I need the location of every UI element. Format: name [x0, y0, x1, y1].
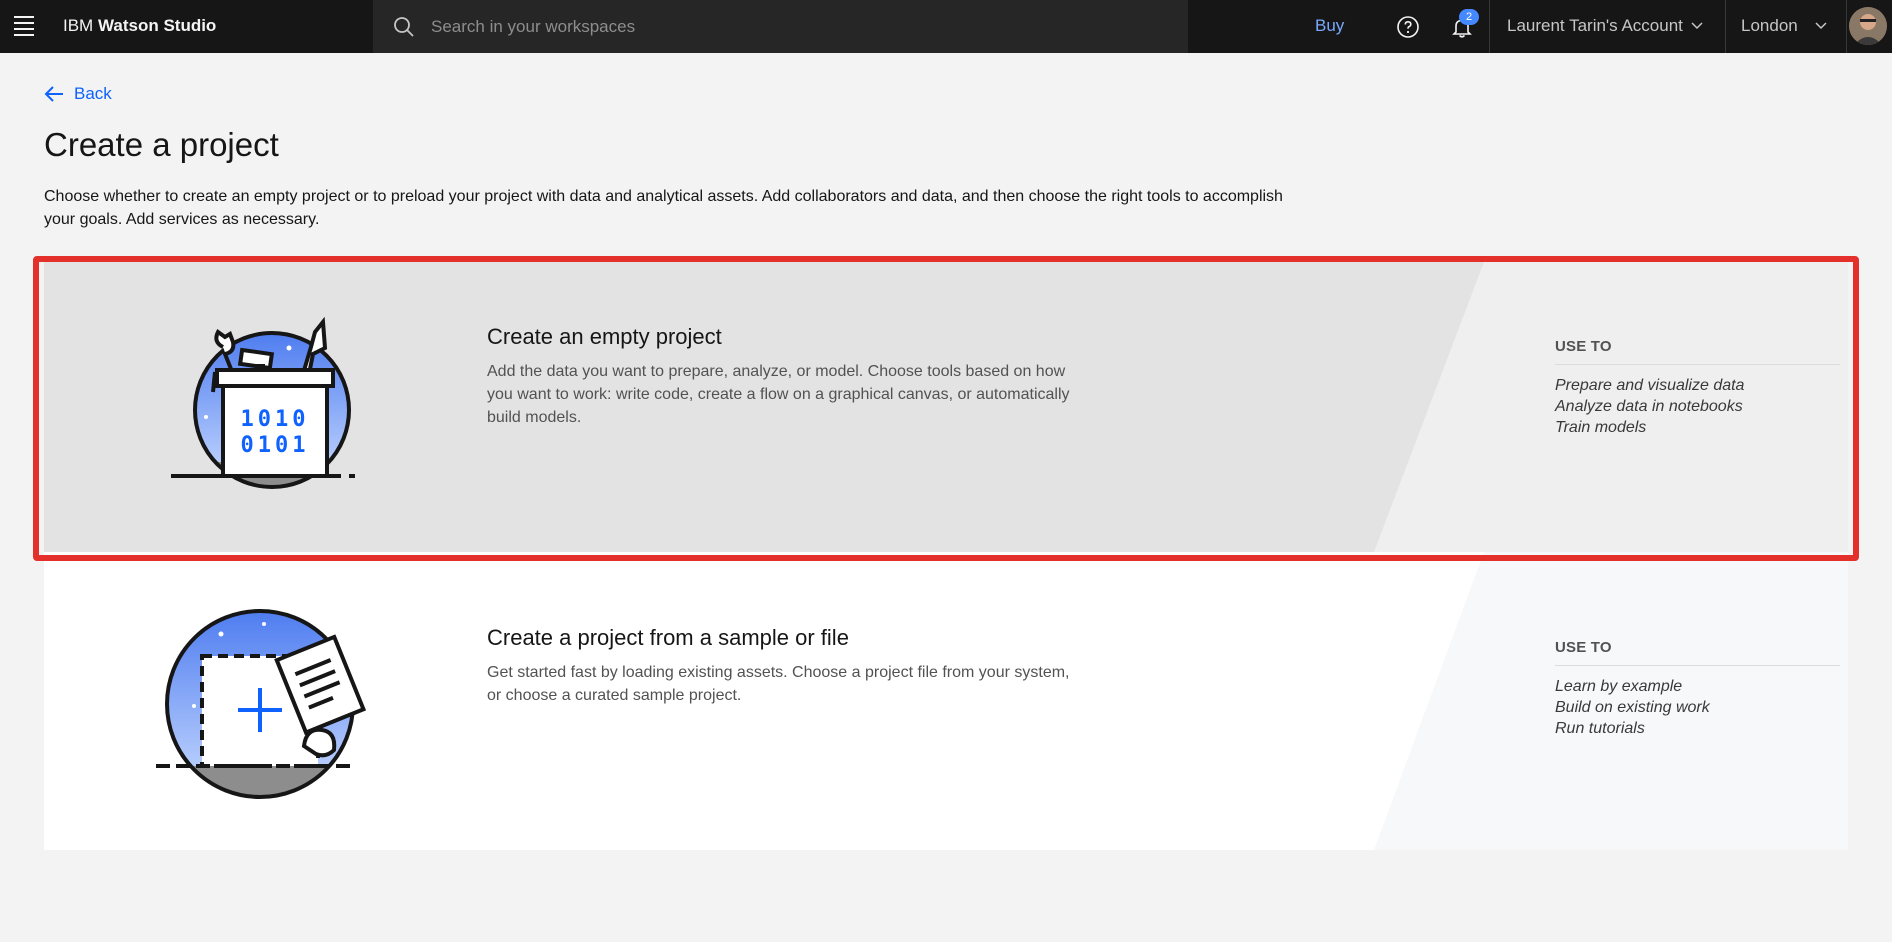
help-icon[interactable] [1396, 15, 1420, 39]
notification-count-badge: 2 [1459, 9, 1479, 25]
brand-prefix: IBM [63, 16, 94, 35]
use-to-section: USE TO Learn by example Build on existin… [1555, 639, 1840, 739]
brand-name: Watson Studio [97, 16, 217, 35]
header-divider [1846, 0, 1847, 53]
chevron-down-icon [1815, 22, 1827, 30]
use-item: Analyze data in notebooks [1555, 398, 1743, 415]
user-photo-icon [1849, 7, 1887, 45]
product-brand[interactable]: IBM Watson Studio [63, 16, 216, 36]
account-switcher[interactable]: Laurent Tarin's Account [1490, 0, 1725, 53]
arrow-left-icon [44, 86, 63, 102]
create-from-sample-tile[interactable]: Create a project from a sample or file G… [44, 552, 1848, 850]
region-label: London [1741, 16, 1798, 35]
binary-text-line1: 1010 [241, 407, 310, 432]
buy-link[interactable]: Buy [1315, 16, 1344, 36]
use-to-list: Prepare and visualize data Analyze data … [1555, 375, 1840, 438]
search-icon [394, 17, 414, 37]
region-switcher[interactable]: London [1726, 0, 1846, 53]
search-input[interactable] [431, 0, 1171, 53]
use-to-label: USE TO [1555, 639, 1840, 666]
option-title: Create a project from a sample or file [487, 625, 849, 650]
use-item: Learn by example [1555, 678, 1683, 695]
account-label: Laurent Tarin's Account [1507, 16, 1683, 35]
use-to-label: USE TO [1555, 338, 1840, 365]
user-avatar[interactable] [1849, 7, 1887, 45]
page-title: Create a project [44, 126, 279, 163]
binary-text-line2: 0101 [241, 433, 310, 458]
hamburger-menu-icon[interactable] [14, 16, 36, 36]
use-item: Prepare and visualize data [1555, 377, 1745, 394]
page-intro: Choose whether to create an empty projec… [44, 188, 1283, 228]
create-empty-project-tile[interactable]: 1010 0101 Create an empty project Add th… [44, 262, 1848, 552]
option-title: Create an empty project [487, 324, 722, 349]
search-bar [373, 0, 1188, 53]
use-item: Build on existing work [1555, 699, 1710, 716]
use-item: Run tutorials [1555, 720, 1645, 737]
back-label: Back [74, 84, 112, 103]
option-description: Get started fast by loading existing ass… [487, 664, 1070, 704]
use-to-section: USE TO Prepare and visualize data Analyz… [1555, 338, 1840, 438]
chevron-down-icon [1691, 22, 1703, 30]
top-header: IBM Watson Studio Buy 2 Laurent Tarin's … [0, 0, 1892, 53]
file-upload-illustration-icon [156, 609, 367, 799]
toolbox-illustration-icon: 1010 0101 [171, 316, 355, 489]
use-to-list: Learn by example Build on existing work … [1555, 676, 1840, 739]
back-link[interactable]: Back [44, 84, 112, 104]
option-description: Add the data you want to prepare, analyz… [487, 363, 1070, 426]
use-item: Train models [1555, 419, 1647, 436]
